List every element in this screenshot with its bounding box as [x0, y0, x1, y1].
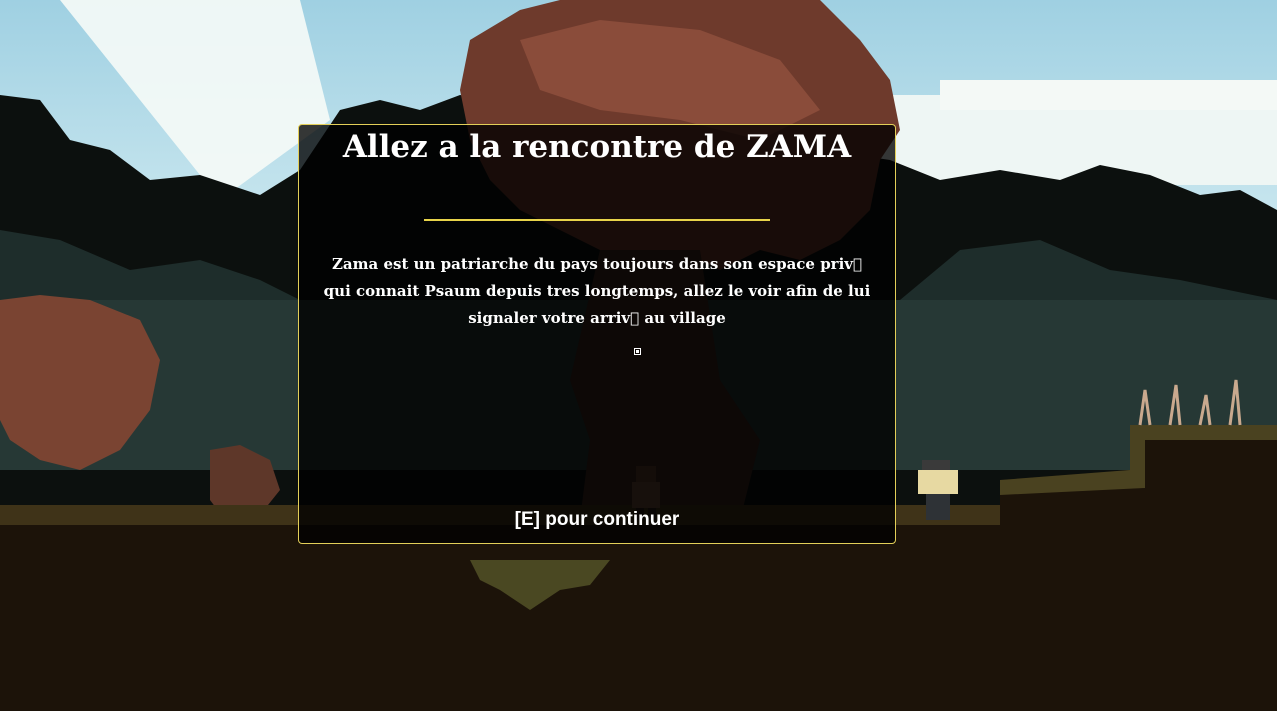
- ground: [0, 525, 1277, 711]
- cloud: [940, 80, 1277, 110]
- cursor-icon: [634, 348, 641, 355]
- title-divider: [424, 219, 770, 221]
- dialog-title: Allez a la rencontre de ZAMA: [342, 129, 852, 165]
- continue-prompt[interactable]: [E] pour continuer: [299, 509, 895, 531]
- objective-dialog: Allez a la rencontre de ZAMA Zama est un…: [298, 124, 896, 544]
- dialog-body-text: Zama est un patriarche du pays toujours …: [323, 255, 871, 327]
